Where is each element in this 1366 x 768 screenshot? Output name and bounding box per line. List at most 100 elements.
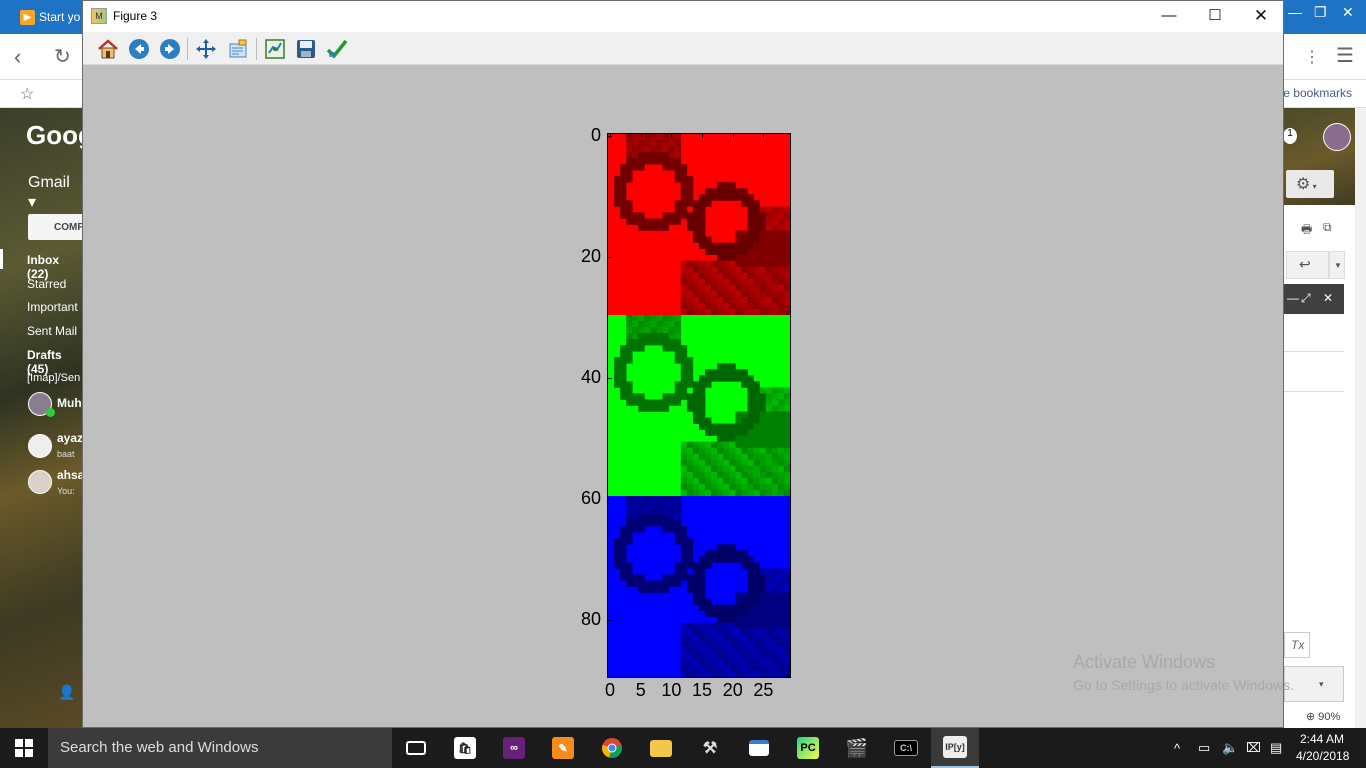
- image-axes[interactable]: [607, 133, 791, 678]
- taskbar-search-box[interactable]: Search the web and Windows: [48, 728, 392, 768]
- image-pixel: [680, 200, 688, 207]
- settings-gear-icon[interactable]: ⚙ ▾: [1286, 170, 1334, 198]
- notification-icon[interactable]: 1: [1283, 128, 1297, 144]
- image-pixel: [759, 272, 767, 280]
- ipython-icon[interactable]: IP[y]: [931, 728, 979, 768]
- image-pixel: [692, 266, 700, 274]
- reply-more-icon[interactable]: ▼: [1329, 251, 1345, 279]
- image-pixel: [692, 393, 700, 400]
- save-icon[interactable]: [293, 36, 319, 62]
- task-view-icon[interactable]: [392, 728, 440, 768]
- image-pixel: [692, 489, 700, 497]
- close-window-icon[interactable]: ✕: [1238, 1, 1284, 32]
- nav-starred[interactable]: Starred: [27, 277, 66, 291]
- sublime-icon[interactable]: ✎: [539, 728, 587, 768]
- image-pixel: [662, 321, 669, 328]
- chat-name[interactable]: Muh: [57, 396, 82, 410]
- nav-sent-mail[interactable]: Sent Mail: [27, 324, 77, 338]
- start-button[interactable]: [0, 728, 48, 768]
- visual-studio-icon[interactable]: ∞: [490, 728, 538, 768]
- print-icon[interactable]: 🖶: [1301, 220, 1312, 241]
- chat-name[interactable]: ahsa: [57, 468, 84, 482]
- browser-back-icon[interactable]: ‹: [14, 44, 21, 70]
- image-pixel: [656, 152, 663, 159]
- image-pixel: [771, 646, 779, 654]
- image-pixel: [771, 278, 779, 286]
- image-pixel: [674, 321, 682, 328]
- taskbar-clock[interactable]: 2:44 AM 4/20/2018: [1296, 731, 1349, 765]
- battery-icon[interactable]: ▭: [1198, 728, 1210, 768]
- plot-canvas[interactable]: 0 20 40 60 80 0 5 10 15 20 25: [83, 65, 1283, 729]
- compose-subject-field[interactable]: [1283, 352, 1344, 392]
- image-pixel: [783, 604, 790, 611]
- close-compose-icon[interactable]: ✕: [1323, 291, 1333, 305]
- home-icon[interactable]: [95, 36, 121, 62]
- image-pixel: [692, 381, 700, 388]
- image-pixel: [759, 592, 767, 599]
- image-pixel: [747, 423, 754, 430]
- show-hidden-icons[interactable]: ^: [1174, 728, 1180, 768]
- maximize-window-icon[interactable]: ☐: [1192, 1, 1238, 32]
- image-pixel: [765, 260, 773, 268]
- expand-compose-icon[interactable]: ⤢: [1301, 291, 1311, 306]
- bookmark-star-icon[interactable]: ☆: [20, 84, 34, 104]
- bookmarks-label[interactable]: e bookmarks: [1283, 86, 1352, 100]
- browser-restore-icon[interactable]: ❐: [1314, 4, 1327, 21]
- action-center-icon[interactable]: ▤: [1270, 728, 1282, 768]
- image-pixel: [614, 550, 621, 557]
- open-new-window-icon[interactable]: ⧉: [1323, 220, 1332, 235]
- nav-important[interactable]: Important: [27, 300, 78, 314]
- command-prompt-icon[interactable]: C:\: [882, 728, 930, 768]
- people-icon[interactable]: 👤: [58, 684, 75, 701]
- network-icon[interactable]: ⌧: [1246, 728, 1261, 768]
- image-pixel: [741, 308, 748, 316]
- back-icon[interactable]: [126, 36, 152, 62]
- chrome-icon[interactable]: [588, 728, 636, 768]
- minimize-compose-icon[interactable]: —: [1287, 291, 1299, 305]
- media-app-icon[interactable]: 🎬: [833, 728, 881, 768]
- image-pixel: [717, 188, 724, 195]
- tools-icon[interactable]: ⚒: [686, 728, 734, 768]
- chat-name[interactable]: ayaz: [57, 431, 83, 445]
- image-pixel: [765, 471, 773, 479]
- image-pixel: [735, 194, 742, 201]
- image-pixel: [626, 218, 633, 225]
- image-pixel: [692, 447, 700, 455]
- image-pixel: [783, 628, 790, 636]
- chat-contact-avatar[interactable]: [28, 434, 52, 458]
- gmail-menu[interactable]: Gmail ▾: [28, 174, 82, 212]
- image-pixel: [711, 471, 718, 479]
- reply-icon[interactable]: ↩: [1286, 251, 1329, 279]
- account-avatar[interactable]: [1323, 123, 1351, 151]
- minimize-window-icon[interactable]: —: [1146, 1, 1192, 32]
- browser-reload-icon[interactable]: ↻: [54, 44, 71, 69]
- browser-zoom-level[interactable]: ⊕ 90%: [1306, 710, 1340, 723]
- image-pixel: [656, 333, 663, 340]
- window-app-icon[interactable]: [735, 728, 783, 768]
- image-pixel: [747, 610, 754, 617]
- browser-close-icon[interactable]: ✕: [1342, 4, 1354, 21]
- image-pixel: [626, 520, 633, 527]
- browser-menu-icon[interactable]: ☰: [1336, 43, 1354, 68]
- store-icon[interactable]: 🛍: [441, 728, 489, 768]
- file-explorer-icon[interactable]: [637, 728, 685, 768]
- chat-contact-avatar[interactable]: [28, 470, 52, 494]
- right-pane-scrollbar[interactable]: [1355, 108, 1366, 728]
- compose-recipients-field[interactable]: [1283, 314, 1344, 352]
- forward-icon[interactable]: [157, 36, 183, 62]
- pycharm-icon[interactable]: PC: [784, 728, 832, 768]
- image-pixel: [753, 212, 760, 219]
- subplots-icon[interactable]: [262, 36, 288, 62]
- zoom-icon[interactable]: [225, 36, 251, 62]
- edit-parameters-icon[interactable]: [324, 36, 350, 62]
- volume-icon[interactable]: 🔈: [1222, 728, 1238, 768]
- figure-title-bar[interactable]: M Figure 3 — ☐ ✕: [83, 1, 1283, 32]
- browser-tab[interactable]: ▶ Start yo: [20, 6, 84, 28]
- browser-kebab-icon[interactable]: ⋮: [1304, 47, 1320, 67]
- nav-imap-sent[interactable]: [Imap]/Sen: [27, 372, 80, 384]
- browser-minimize-icon[interactable]: —: [1288, 4, 1302, 20]
- compose-button[interactable]: COMP: [28, 214, 88, 240]
- pan-icon[interactable]: [193, 36, 219, 62]
- image-pixel: [741, 369, 748, 376]
- image-pixel: [765, 628, 773, 636]
